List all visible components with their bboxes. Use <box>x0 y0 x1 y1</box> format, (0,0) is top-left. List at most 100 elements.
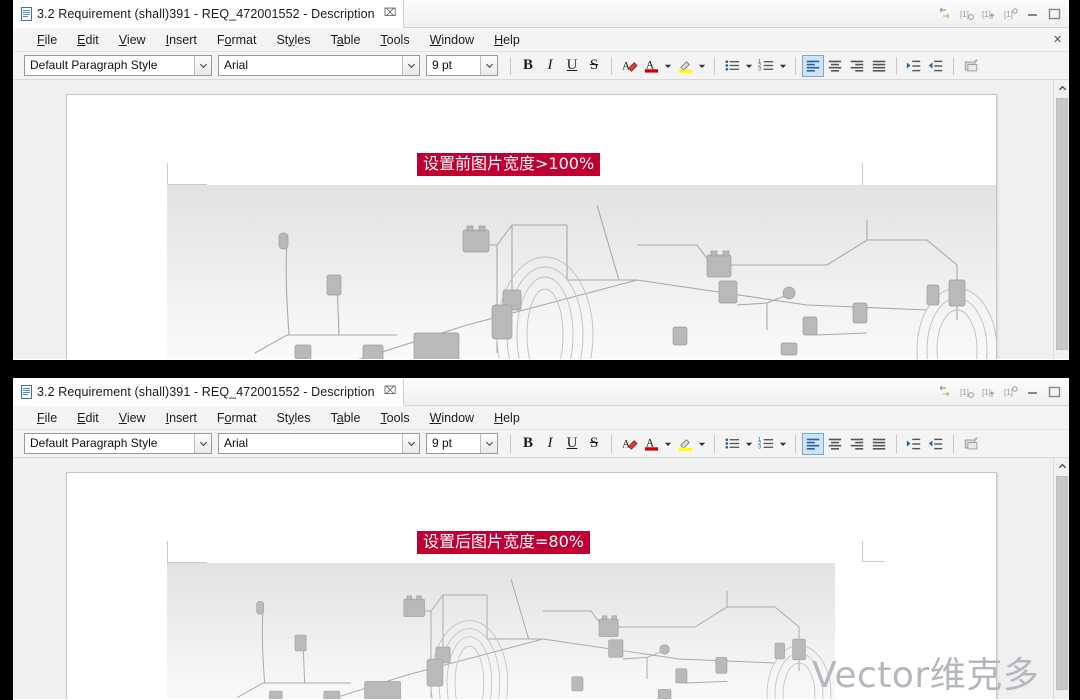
increase-indent-button[interactable] <box>903 55 925 77</box>
menu-file[interactable]: File <box>27 28 67 52</box>
underline-button[interactable]: U <box>561 55 583 77</box>
menu-styles[interactable]: Styles <box>266 406 320 430</box>
menu-format[interactable]: Format <box>207 28 267 52</box>
menu-view[interactable]: View <box>109 28 156 52</box>
align-center-button[interactable] <box>824 433 846 455</box>
chevron-down-icon[interactable] <box>194 434 211 453</box>
strikethrough-button[interactable]: S <box>583 433 605 455</box>
margin-mark-right-vertical <box>862 541 863 561</box>
menu-table[interactable]: Table <box>321 28 371 52</box>
font-color-dropdown[interactable] <box>662 55 674 77</box>
vertical-scrollbar-after[interactable] <box>1053 458 1069 699</box>
minimize-button[interactable] <box>1025 7 1040 21</box>
chevron-down-icon[interactable] <box>402 56 419 75</box>
font-color-button[interactable]: A <box>640 433 662 455</box>
menu-help[interactable]: Help <box>484 406 530 430</box>
align-right-button[interactable] <box>846 433 868 455</box>
underline-button[interactable]: U <box>561 433 583 455</box>
tab-close-icon[interactable]: ⌧ <box>384 8 397 19</box>
highlight-color-dropdown[interactable] <box>696 433 708 455</box>
font-name-combo[interactable]: Arial <box>218 433 420 454</box>
next-object-icon[interactable]: [1] <box>981 6 996 21</box>
toolbar-separator <box>896 434 897 453</box>
decrease-indent-button[interactable] <box>925 55 947 77</box>
link-with-editor-icon[interactable] <box>937 6 952 21</box>
highlight-color-dropdown[interactable] <box>696 55 708 77</box>
menu-tools[interactable]: Tools <box>370 406 419 430</box>
chevron-down-icon[interactable] <box>194 56 211 75</box>
wiring-harness-figure-before[interactable] <box>167 185 996 359</box>
menu-insert[interactable]: Insert <box>156 28 207 52</box>
chevron-down-icon[interactable] <box>402 434 419 453</box>
justify-button[interactable] <box>868 433 890 455</box>
paragraph-style-combo[interactable]: Default Paragraph Style <box>24 433 212 454</box>
font-size-combo[interactable]: 9 pt <box>426 433 498 454</box>
italic-button[interactable]: I <box>539 433 561 455</box>
bold-button[interactable]: B <box>517 55 539 77</box>
menu-file[interactable]: File <box>27 406 67 430</box>
decrease-indent-button[interactable] <box>925 433 947 455</box>
chevron-down-icon[interactable] <box>480 56 497 75</box>
increase-indent-button[interactable] <box>903 433 925 455</box>
align-right-button[interactable] <box>846 55 868 77</box>
strikethrough-button[interactable]: S <box>583 55 605 77</box>
close-document-icon[interactable]: ✕ <box>1053 33 1069 46</box>
vertical-scrollbar-before[interactable] <box>1053 80 1069 359</box>
clear-formatting-button[interactable]: A <box>618 433 640 455</box>
ordered-list-dropdown[interactable] <box>777 55 789 77</box>
menu-insert[interactable]: Insert <box>156 406 207 430</box>
highlight-color-button[interactable] <box>674 433 696 455</box>
align-center-button[interactable] <box>824 55 846 77</box>
ordered-list-button[interactable]: 1 2 3 <box>755 55 777 77</box>
tab-requirement-description[interactable]: 3.2 Requirement (shall)391 - REQ_4720015… <box>13 378 405 406</box>
paragraph-style-combo[interactable]: Default Paragraph Style <box>24 55 212 76</box>
menu-format[interactable]: Format <box>207 406 267 430</box>
menu-view[interactable]: View <box>109 406 156 430</box>
menu-tools[interactable]: Tools <box>370 28 419 52</box>
maximize-button[interactable] <box>1047 7 1062 21</box>
menu-table[interactable]: Table <box>321 406 371 430</box>
tab-requirement-description[interactable]: 3.2 Requirement (shall)391 - REQ_4720015… <box>13 0 405 28</box>
open-object-icon[interactable]: [1] <box>1003 384 1018 399</box>
scroll-up-button[interactable] <box>1054 458 1069 475</box>
bold-button[interactable]: B <box>517 433 539 455</box>
chevron-down-icon[interactable] <box>480 434 497 453</box>
justify-button[interactable] <box>868 55 890 77</box>
align-left-button[interactable] <box>802 54 824 77</box>
clear-formatting-button[interactable]: A <box>618 55 640 77</box>
insert-image-button[interactable] <box>960 55 982 77</box>
menu-window[interactable]: Window <box>420 28 484 52</box>
open-object-icon[interactable]: [1] <box>1003 6 1018 21</box>
unordered-list-button[interactable] <box>721 433 743 455</box>
tab-close-icon[interactable]: ⌧ <box>384 386 397 397</box>
highlight-color-button[interactable] <box>674 55 696 77</box>
next-object-icon[interactable]: [1] <box>981 384 996 399</box>
previous-object-icon[interactable]: [1] <box>959 384 974 399</box>
menu-edit[interactable]: Edit <box>67 28 109 52</box>
previous-object-icon[interactable]: [1] <box>959 6 974 21</box>
scroll-up-button[interactable] <box>1054 80 1069 97</box>
ordered-list-button[interactable]: 1 2 3 <box>755 433 777 455</box>
menu-styles[interactable]: Styles <box>266 28 320 52</box>
italic-button[interactable]: I <box>539 55 561 77</box>
font-color-button[interactable]: A <box>640 55 662 77</box>
document-canvas-before[interactable]: 设置前图片宽度>100% <box>13 80 1069 359</box>
insert-image-button[interactable] <box>960 433 982 455</box>
ordered-list-dropdown[interactable] <box>777 433 789 455</box>
font-name-combo[interactable]: Arial <box>218 55 420 76</box>
scrollbar-thumb[interactable] <box>1056 476 1068 690</box>
menu-window[interactable]: Window <box>420 406 484 430</box>
scrollbar-thumb[interactable] <box>1056 98 1068 350</box>
menu-help[interactable]: Help <box>484 28 530 52</box>
font-size-combo[interactable]: 9 pt <box>426 55 498 76</box>
menu-edit[interactable]: Edit <box>67 406 109 430</box>
align-left-button[interactable] <box>802 432 824 455</box>
link-with-editor-icon[interactable] <box>937 384 952 399</box>
unordered-list-dropdown[interactable] <box>743 55 755 77</box>
unordered-list-dropdown[interactable] <box>743 433 755 455</box>
maximize-button[interactable] <box>1047 385 1062 399</box>
font-color-dropdown[interactable] <box>662 433 674 455</box>
unordered-list-button[interactable] <box>721 55 743 77</box>
minimize-button[interactable] <box>1025 385 1040 399</box>
wiring-harness-figure-after[interactable] <box>167 563 835 699</box>
